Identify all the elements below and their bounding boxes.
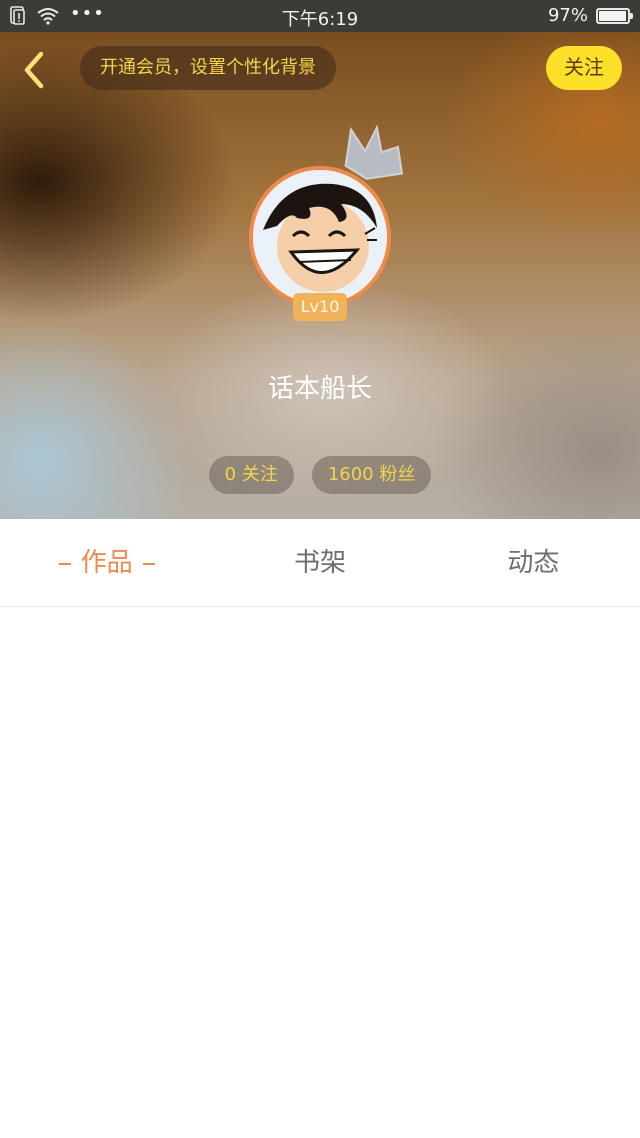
status-right: 97% <box>547 5 633 26</box>
back-button[interactable] <box>14 50 54 90</box>
follow-button[interactable]: 关注 <box>546 46 622 90</box>
tab-label: 书架 <box>293 548 346 578</box>
tab-label: 作品 <box>80 548 133 578</box>
followers-count[interactable]: 1600 粉丝 <box>311 456 432 494</box>
stats-row: 0 关注 1600 粉丝 <box>0 456 640 494</box>
tab-works[interactable]: 作品 <box>0 519 213 606</box>
battery-percent: 97% <box>547 5 588 26</box>
status-time: 下午6:19 <box>281 9 359 30</box>
vip-background-banner[interactable]: 开通会员，设置个性化背景 <box>80 46 336 90</box>
tab-content-area <box>0 607 640 1138</box>
active-tab-dash-left <box>58 562 71 565</box>
level-badge: Lv10 <box>293 293 347 321</box>
avatar-image <box>253 170 387 304</box>
profile-tabs: 作品 书架 动态 <box>0 519 640 607</box>
profile-header: 开通会员，设置个性化背景 关注 Lv10 话本船长 0 关注 1600 粉丝 <box>0 32 640 519</box>
avatar-wrap <box>249 166 391 308</box>
tab-bookshelf[interactable]: 书架 <box>213 519 426 606</box>
battery-icon <box>596 7 633 24</box>
chevron-left-icon <box>24 51 44 89</box>
following-count[interactable]: 0 关注 <box>208 456 294 494</box>
profile-page: ••• 下午6:19 97% 开通会员，设置个性化背景 关注 Lv10 话本船长… <box>0 0 640 1138</box>
avatar[interactable] <box>249 166 391 308</box>
username: 话本船长 <box>267 374 372 404</box>
status-bar: ••• 下午6:19 97% <box>0 0 640 32</box>
tab-activity[interactable]: 动态 <box>427 519 640 606</box>
battery-fill <box>599 10 627 21</box>
tab-label: 动态 <box>507 548 560 578</box>
active-tab-dash-right <box>142 562 155 565</box>
